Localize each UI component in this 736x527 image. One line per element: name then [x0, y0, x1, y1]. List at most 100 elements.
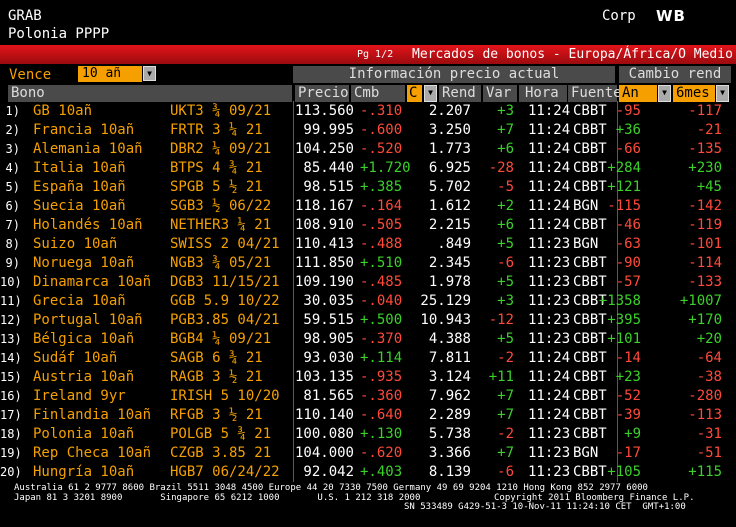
row-number: 8): [5, 237, 20, 251]
table-row[interactable]: 6) Suecia 10añ SGB3 ½ 06/22 118.167 -.164 1.6…: [0, 197, 736, 216]
col-bono[interactable]: Bono: [8, 85, 292, 102]
yield-value: 3.124: [428, 369, 471, 385]
bond-name[interactable]: Ireland 9yr: [33, 387, 126, 406]
screen-code: GRAB: [8, 8, 42, 24]
bond-name[interactable]: Rep Checa 10añ: [33, 444, 151, 463]
col-rend[interactable]: Rend: [439, 85, 481, 102]
source-value: BGN: [573, 236, 599, 252]
bond-ticker[interactable]: SWISS 2 04/21: [170, 235, 280, 254]
bond-ticker[interactable]: DGB3 11/15/21: [170, 273, 280, 292]
table-row[interactable]: 16) Ireland 9yr IRISH 5 10/20 81.565 -.360 7.…: [0, 387, 736, 406]
col-fuente[interactable]: Fuente: [568, 85, 622, 102]
source-value: CBBT: [573, 179, 607, 195]
bond-name[interactable]: Alemania 10añ: [33, 140, 143, 159]
vence-dropdown-icon[interactable]: ▼: [143, 66, 156, 81]
bond-name[interactable]: Noruega 10añ: [33, 254, 134, 273]
table-row[interactable]: 2) Francia 10añ FRTR 3 ¼ 21 99.995 -.600 3.25…: [0, 121, 736, 140]
row-number: 17): [0, 408, 22, 422]
bond-name[interactable]: Francia 10añ: [33, 121, 134, 140]
bond-name[interactable]: Austria 10añ: [33, 368, 134, 387]
table-row[interactable]: 20) Hungría 10añ HGB7 06/24/22 92.042 +.403 8…: [0, 463, 736, 482]
col-cmb[interactable]: Cmb: [351, 85, 405, 102]
table-row[interactable]: 15) Austria 10añ RAGB 3 ½ 21 103.135 -.935 3.…: [0, 368, 736, 387]
table-row[interactable]: 10) Dinamarca 10añ DGB3 11/15/21 109.190 -.4…: [0, 273, 736, 292]
time-value: 11:23: [528, 426, 571, 442]
bond-ticker[interactable]: SGB3 ½ 06/22: [170, 197, 271, 216]
bond-name[interactable]: Suizo 10añ: [33, 235, 117, 254]
security-title: Polonia PPPP: [8, 26, 110, 42]
table-row[interactable]: 7) Holandés 10añ NETHER3 ¼ 21 108.910 -.505 2…: [0, 216, 736, 235]
vence-select[interactable]: 10 añ: [78, 66, 142, 82]
cambio-group-header: Cambio rend: [619, 66, 731, 83]
col-an-select[interactable]: An: [619, 85, 657, 102]
table-row[interactable]: 11) Grecia 10añ GGB 5.9 10/22 30.035 -.040 25…: [0, 292, 736, 311]
bond-name[interactable]: Holandés 10añ: [33, 216, 143, 235]
bond-name[interactable]: GB 10añ: [33, 102, 92, 121]
c-dropdown-icon[interactable]: ▼: [424, 85, 437, 102]
change-6m: -280: [688, 388, 722, 404]
col-hora[interactable]: Hora: [519, 85, 567, 102]
bond-name[interactable]: España 10añ: [33, 178, 126, 197]
table-row[interactable]: 4) Italia 10añ BTPS 4 ¾ 21 85.440 +1.720 6.92…: [0, 159, 736, 178]
col-precio[interactable]: Precio: [295, 85, 349, 102]
table-row[interactable]: 14) Sudáf 10añ SAGB 6 ¾ 21 93.030 +.114 7.811…: [0, 349, 736, 368]
table-row[interactable]: 1) GB 10añ UKT3 ¾ 09/21 113.560 -.310 2.207 +3…: [0, 102, 736, 121]
table-row[interactable]: 13) Bélgica 10añ BGB4 ¼ 09/21 98.905 -.370 4.…: [0, 330, 736, 349]
bond-ticker[interactable]: HGB7 06/24/22: [170, 463, 280, 482]
bond-ticker[interactable]: RFGB 3 ½ 21: [170, 406, 263, 425]
yield-var: +7: [497, 407, 514, 423]
row-number: 7): [5, 218, 20, 232]
bond-name[interactable]: Portugal 10añ: [33, 311, 143, 330]
bond-name[interactable]: Suecia 10añ: [33, 197, 126, 216]
source-value: CBBT: [573, 255, 607, 271]
an-dropdown-icon[interactable]: ▼: [658, 85, 671, 102]
bond-name[interactable]: Hungría 10añ: [33, 463, 134, 482]
bond-ticker[interactable]: BTPS 4 ¾ 21: [170, 159, 263, 178]
bond-ticker[interactable]: CZGB 3.85 21: [170, 444, 271, 463]
bond-ticker[interactable]: SPGB 5 ½ 21: [170, 178, 263, 197]
row-number: 11): [0, 294, 22, 308]
table-row[interactable]: 9) Noruega 10añ NGB3 ¾ 05/21 111.850 +.510 2.…: [0, 254, 736, 273]
bond-ticker[interactable]: BGB4 ¼ 09/21: [170, 330, 271, 349]
bond-ticker[interactable]: PGB3.85 04/21: [170, 311, 280, 330]
price-value: 100.080: [294, 426, 354, 442]
col-6mes-select[interactable]: 6mes: [673, 85, 715, 102]
bond-ticker[interactable]: DBR2 ¼ 09/21: [170, 140, 271, 159]
mes-dropdown-icon[interactable]: ▼: [716, 85, 729, 102]
bond-name[interactable]: Bélgica 10añ: [33, 330, 134, 349]
table-row[interactable]: 17) Finlandia 10añ RFGB 3 ½ 21 110.140 -.640…: [0, 406, 736, 425]
page-indicator[interactable]: Pg 1/2: [357, 49, 393, 60]
bond-ticker[interactable]: IRISH 5 10/20: [170, 387, 280, 406]
table-row[interactable]: 5) España 10añ SPGB 5 ½ 21 98.515 +.385 5.702…: [0, 178, 736, 197]
table-row[interactable]: 3) Alemania 10añ DBR2 ¼ 09/21 104.250 -.520 1…: [0, 140, 736, 159]
price-value: 81.565: [303, 388, 354, 404]
change-value: -.600: [360, 122, 403, 138]
yield-var: +2: [497, 198, 514, 214]
bond-ticker[interactable]: RAGB 3 ½ 21: [170, 368, 263, 387]
bond-ticker[interactable]: GGB 5.9 10/22: [170, 292, 280, 311]
table-row[interactable]: 12) Portugal 10añ PGB3.85 04/21 59.515 +.500…: [0, 311, 736, 330]
bond-name[interactable]: Polonia 10añ: [33, 425, 134, 444]
bond-ticker[interactable]: NETHER3 ¼ 21: [170, 216, 271, 235]
bond-name[interactable]: Sudáf 10añ: [33, 349, 117, 368]
price-value: 109.190: [294, 274, 354, 290]
bond-name[interactable]: Dinamarca 10añ: [33, 273, 151, 292]
bond-name[interactable]: Grecia 10añ: [33, 292, 126, 311]
bond-ticker[interactable]: UKT3 ¾ 09/21: [170, 102, 271, 121]
col-var[interactable]: Var: [483, 85, 517, 102]
table-row[interactable]: 8) Suizo 10añ SWISS 2 04/21 110.413 -.488 .84…: [0, 235, 736, 254]
col-c-select[interactable]: C: [407, 85, 422, 102]
bond-ticker[interactable]: NGB3 ¾ 05/21: [170, 254, 271, 273]
change-6m: -31: [696, 426, 722, 442]
table-row[interactable]: 18) Polonia 10añ POLGB 5 ¾ 21 100.080 +.130 5…: [0, 425, 736, 444]
bond-name[interactable]: Italia 10añ: [33, 159, 126, 178]
bond-name[interactable]: Finlandia 10añ: [33, 406, 151, 425]
yield-value: 3.250: [428, 122, 471, 138]
bond-ticker[interactable]: POLGB 5 ¾ 21: [170, 425, 271, 444]
source-value: BGN: [573, 445, 599, 461]
row-number: 15): [0, 370, 22, 384]
price-value: 111.850: [294, 255, 354, 271]
bond-ticker[interactable]: FRTR 3 ¼ 21: [170, 121, 263, 140]
bond-ticker[interactable]: SAGB 6 ¾ 21: [170, 349, 263, 368]
table-row[interactable]: 19) Rep Checa 10añ CZGB 3.85 21 104.000 -.62…: [0, 444, 736, 463]
